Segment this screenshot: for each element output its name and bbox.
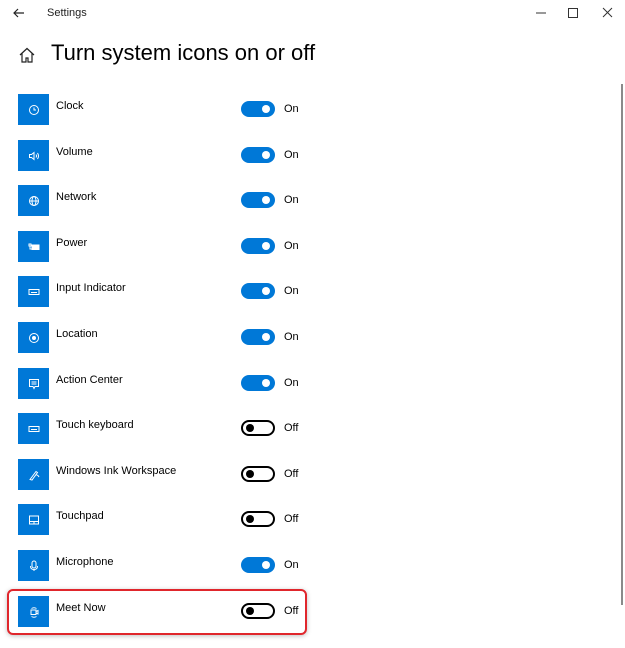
page-title: Turn system icons on or off [51, 40, 316, 65]
back-arrow-icon[interactable] [10, 4, 28, 22]
toggle-knob [262, 561, 270, 569]
clock-icon [28, 104, 39, 115]
setting-row-volume: Volume On [18, 140, 308, 172]
toggle-knob [246, 515, 254, 523]
toggle-knob [262, 242, 270, 250]
toggle-knob [262, 151, 270, 159]
toggle-knob [262, 105, 270, 113]
toggle-state-label: On [284, 103, 299, 115]
toggle-state-label: Off [284, 422, 299, 434]
touchpad-icon [28, 515, 39, 524]
minimize-button[interactable] [531, 4, 551, 22]
toggle-knob [246, 424, 254, 432]
home-icon[interactable] [18, 46, 36, 64]
toggle-state-label: Off [284, 513, 299, 525]
setting-row-touch-keyboard: Touch keyboard Off [18, 413, 308, 445]
title-bar: Settings [0, 0, 625, 28]
toggle-knob [262, 196, 270, 204]
toggle-knob [246, 470, 254, 478]
scrollbar[interactable] [621, 84, 623, 605]
pen-ink-icon-tile [18, 459, 49, 490]
toggle-switch[interactable] [241, 101, 275, 117]
setting-label: Input Indicator [56, 282, 126, 294]
toggle-state-label: On [284, 240, 299, 252]
action-center-icon-tile [18, 368, 49, 399]
volume-icon [28, 150, 39, 161]
toggle-state-label: On [284, 149, 299, 161]
setting-label: Touch keyboard [56, 419, 134, 431]
touchpad-icon-tile [18, 504, 49, 535]
setting-row-clock: Clock On [18, 94, 308, 126]
toggle-state-label: On [284, 331, 299, 343]
toggle-switch[interactable] [241, 466, 275, 482]
setting-row-microphone: Microphone On [18, 550, 308, 582]
setting-row-windows-ink-workspace: Windows Ink Workspace Off [18, 459, 308, 491]
toggle-state-label: On [284, 194, 299, 206]
pen-ink-icon [28, 470, 39, 481]
location-icon [28, 332, 39, 343]
setting-row-location: Location On [18, 322, 308, 354]
location-icon-tile [18, 322, 49, 353]
setting-row-input-indicator: Input Indicator On [18, 276, 308, 308]
setting-label: Microphone [56, 556, 114, 568]
keyboard-icon-tile [18, 276, 49, 307]
keyboard-icon [28, 288, 39, 295]
power-battery-icon-tile [18, 231, 49, 262]
setting-label: Action Center [56, 374, 123, 386]
volume-icon-tile [18, 140, 49, 171]
network-globe-icon [28, 195, 39, 206]
setting-label: Network [56, 191, 97, 203]
toggle-knob [262, 379, 270, 387]
clock-icon-tile [18, 94, 49, 125]
action-center-icon [28, 378, 39, 390]
toggle-switch[interactable] [241, 329, 275, 345]
setting-label: Clock [56, 100, 84, 112]
touch-keyboard-icon [28, 425, 39, 432]
toggle-state-label: On [284, 559, 299, 571]
toggle-switch[interactable] [241, 192, 275, 208]
setting-row-power: Power On [18, 231, 308, 263]
close-button[interactable] [598, 4, 618, 22]
touch-keyboard-icon-tile [18, 413, 49, 444]
setting-label: Touchpad [56, 510, 104, 522]
setting-row-touchpad: Touchpad Off [18, 504, 308, 536]
toggle-switch[interactable] [241, 147, 275, 163]
toggle-switch[interactable] [241, 283, 275, 299]
toggle-switch[interactable] [241, 375, 275, 391]
microphone-icon-tile [18, 550, 49, 581]
toggle-state-label: On [284, 285, 299, 297]
toggle-knob [262, 333, 270, 341]
toggle-state-label: Off [284, 468, 299, 480]
toggle-knob [262, 287, 270, 295]
setting-row-action-center: Action Center On [18, 368, 308, 400]
setting-label: Power [56, 237, 88, 249]
microphone-icon [29, 560, 38, 571]
toggle-switch[interactable] [241, 420, 275, 436]
maximize-button[interactable] [563, 4, 583, 22]
toggle-switch[interactable] [241, 511, 275, 527]
setting-label: Volume [56, 146, 93, 158]
setting-label: Windows Ink Workspace [56, 465, 177, 477]
power-battery-icon [28, 243, 39, 250]
toggle-switch[interactable] [241, 238, 275, 254]
network-globe-icon-tile [18, 185, 49, 216]
meet-now-highlight-box [7, 589, 307, 635]
setting-row-network: Network On [18, 185, 308, 217]
toggle-switch[interactable] [241, 557, 275, 573]
toggle-state-label: On [284, 377, 299, 389]
app-title: Settings [47, 7, 87, 19]
setting-label: Location [56, 328, 98, 340]
